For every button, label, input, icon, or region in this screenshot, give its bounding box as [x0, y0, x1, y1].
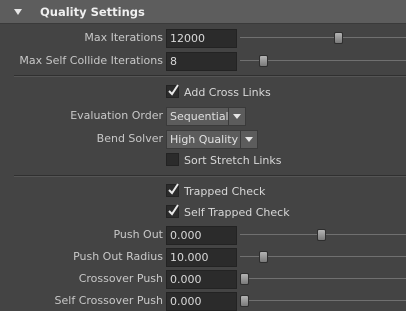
add-cross-links-row: Add Cross Links: [0, 82, 406, 104]
max-self-collide-iterations-field[interactable]: [166, 52, 237, 71]
dropdown-arrow-icon[interactable]: [228, 108, 245, 125]
crossover-push-label: Crossover Push: [78, 272, 163, 285]
max-iterations-field[interactable]: [166, 29, 237, 48]
max-iterations-slider-handle[interactable]: [334, 32, 344, 44]
evaluation-order-row: Evaluation Order Sequential: [0, 105, 406, 127]
push-out-radius-label: Push Out Radius: [73, 250, 163, 263]
max-iterations-label: Max Iterations: [84, 31, 163, 44]
add-cross-links-checkbox[interactable]: [166, 84, 179, 98]
collapse-arrow-icon[interactable]: [14, 8, 22, 15]
max-iterations-row: Max Iterations: [0, 27, 406, 49]
crossover-push-row: Crossover Push: [0, 268, 406, 290]
evaluation-order-dropdown[interactable]: Sequential: [166, 107, 246, 126]
section-title: Quality Settings: [40, 4, 145, 19]
push-out-radius-row: Push Out Radius: [0, 246, 406, 268]
push-out-radius-field[interactable]: [166, 248, 237, 267]
bend-solver-dropdown[interactable]: High Quality: [166, 130, 258, 149]
self-crossover-push-slider-handle[interactable]: [240, 295, 249, 307]
push-out-row: Push Out: [0, 224, 406, 246]
sort-stretch-links-label: Sort Stretch Links: [184, 154, 282, 167]
self-trapped-check-label: Self Trapped Check: [184, 206, 290, 219]
self-trapped-check-checkbox[interactable]: [166, 204, 179, 218]
divider: [14, 176, 406, 177]
checkmark-icon: [168, 84, 179, 96]
trapped-check-checkbox[interactable]: [166, 183, 179, 197]
bend-solver-row: Bend Solver High Quality: [0, 128, 406, 150]
max-iterations-slider[interactable]: [240, 37, 406, 38]
bend-solver-label: Bend Solver: [96, 132, 163, 145]
crossover-push-slider-handle[interactable]: [240, 273, 249, 285]
push-out-slider-handle[interactable]: [316, 229, 326, 241]
crossover-push-field[interactable]: [166, 270, 237, 289]
add-cross-links-label: Add Cross Links: [184, 86, 271, 99]
max-self-collide-iterations-label: Max Self Collide Iterations: [19, 54, 163, 67]
dropdown-arrow-icon[interactable]: [240, 131, 257, 148]
max-self-collide-iterations-row: Max Self Collide Iterations: [0, 50, 406, 72]
quality-settings-header[interactable]: Quality Settings: [0, 0, 406, 24]
self-crossover-push-slider[interactable]: [240, 300, 406, 301]
sort-stretch-links-row: Sort Stretch Links: [0, 150, 406, 172]
self-crossover-push-label: Self Crossover Push: [54, 294, 163, 307]
trapped-check-label: Trapped Check: [184, 185, 266, 198]
self-crossover-push-row: Self Crossover Push: [0, 290, 406, 311]
sort-stretch-links-checkbox[interactable]: [166, 153, 179, 166]
trapped-check-row: Trapped Check: [0, 181, 406, 203]
max-self-collide-iterations-slider-handle[interactable]: [258, 55, 268, 67]
checkmark-icon: [168, 204, 179, 216]
bend-solver-value: High Quality: [170, 133, 239, 146]
evaluation-order-value: Sequential: [170, 110, 229, 123]
crossover-push-slider[interactable]: [240, 278, 406, 279]
self-trapped-check-row: Self Trapped Check: [0, 202, 406, 224]
push-out-label: Push Out: [113, 228, 163, 241]
push-out-radius-slider-handle[interactable]: [258, 251, 268, 263]
attribute-editor-panel: Quality Settings Max Iterations Max Self…: [0, 0, 406, 311]
evaluation-order-label: Evaluation Order: [70, 109, 163, 122]
self-crossover-push-field[interactable]: [166, 292, 237, 311]
push-out-field[interactable]: [166, 226, 237, 245]
divider: [14, 76, 406, 77]
checkmark-icon: [168, 183, 179, 195]
